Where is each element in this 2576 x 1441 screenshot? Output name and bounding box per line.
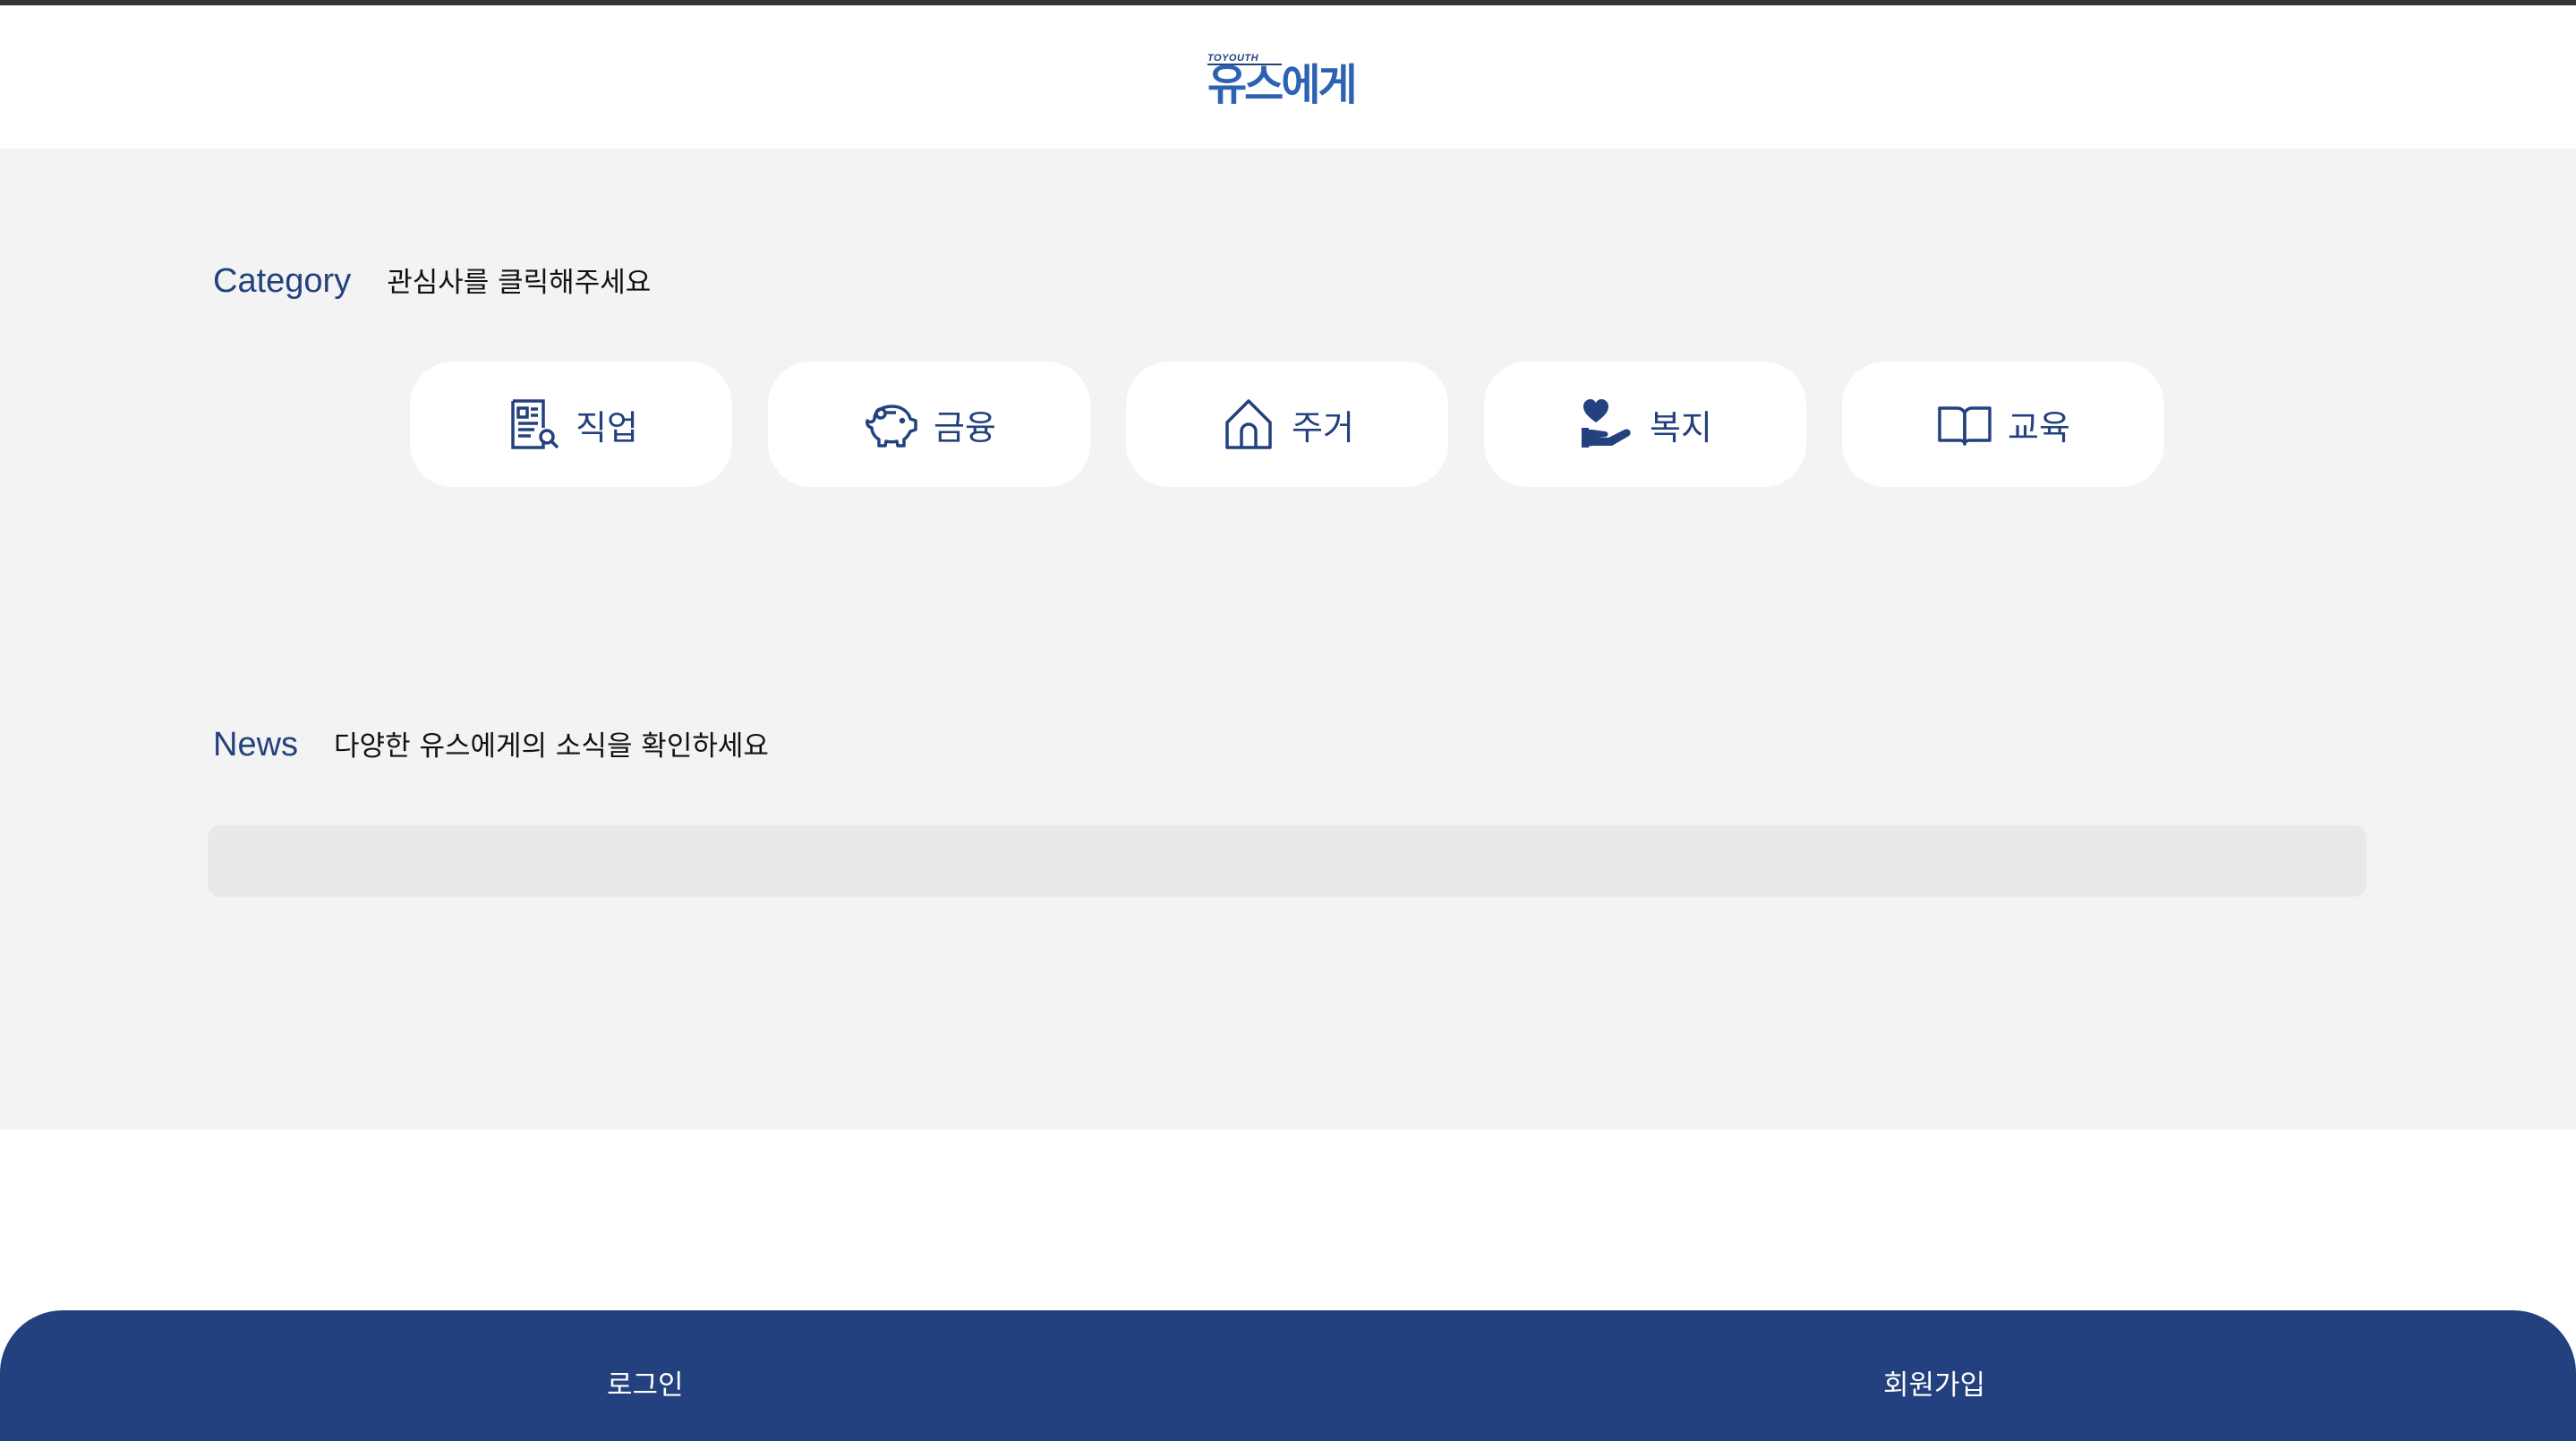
news-heading: News 다양한 유스에게의 소식을 확인하세요 [213,723,769,764]
news-subtitle: 다양한 유스에게의 소식을 확인하세요 [334,730,769,763]
category-label-finance: 금융 [934,407,996,448]
news-title: News [213,726,299,763]
logo-main-text: 유스에게 [1207,60,1358,110]
category-title: Category [213,262,352,300]
logo[interactable]: TOYOUTH 유스에게 [1207,46,1369,110]
signup-button[interactable]: 회원가입 [1883,1362,1985,1403]
header: TOYOUTH 유스에게 [0,5,2576,149]
category-label-housing: 주거 [1292,407,1354,448]
category-label-education: 교육 [2008,407,2070,448]
category-label-welfare: 복지 [1650,407,1712,448]
category-button-job[interactable]: 직업 [410,362,732,487]
open-book-icon [1936,396,1993,453]
login-button[interactable]: 로그인 [607,1362,684,1403]
job-document-icon [504,396,561,453]
news-placeholder [208,825,2367,897]
piggy-bank-icon [862,396,919,453]
category-label-job: 직업 [576,407,638,448]
category-button-welfare[interactable]: 복지 [1484,362,1806,487]
category-button-education[interactable]: 교육 [1842,362,2164,487]
category-button-finance[interactable]: 금융 [768,362,1090,487]
main-content: Category 관심사를 클릭해주세요 직업 금융 주거 복지 교육 News… [0,149,2576,1130]
bottom-nav: 로그인 회원가입 [0,1310,2576,1441]
house-icon [1220,396,1277,453]
heart-hand-icon [1578,396,1635,453]
category-list: 직업 금융 주거 복지 교육 [410,362,2164,487]
category-button-housing[interactable]: 주거 [1126,362,1448,487]
category-heading: Category 관심사를 클릭해주세요 [213,260,651,301]
category-subtitle: 관심사를 클릭해주세요 [387,267,652,299]
